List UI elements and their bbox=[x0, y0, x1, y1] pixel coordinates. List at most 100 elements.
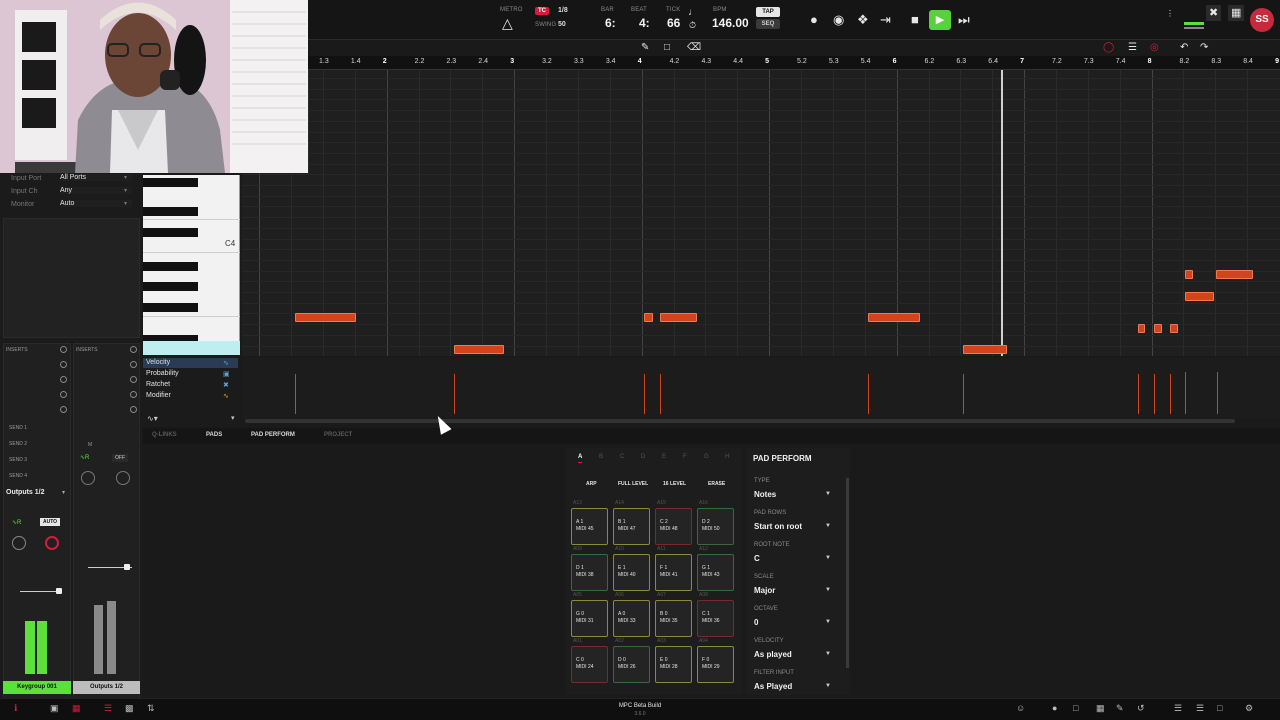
mixer-icon[interactable]: ⇅ bbox=[147, 703, 155, 714]
bar-value[interactable]: 6: bbox=[605, 16, 616, 30]
sample-icon[interactable]: □ bbox=[1073, 703, 1078, 713]
pad[interactable]: F 1 MIDI 41 bbox=[655, 554, 692, 591]
pad-bank-g[interactable]: G bbox=[704, 454, 709, 460]
pad[interactable]: F 0 MIDI 29 bbox=[697, 646, 734, 683]
panel-scrollbar[interactable] bbox=[846, 478, 849, 668]
tc-toggle[interactable]: TC bbox=[535, 7, 549, 15]
power-icon[interactable] bbox=[130, 391, 137, 398]
chevron-down-icon[interactable]: ▾ bbox=[62, 489, 65, 496]
pad-bank-e[interactable]: E bbox=[662, 454, 666, 460]
playhead[interactable] bbox=[1001, 70, 1003, 356]
velocity-bar[interactable] bbox=[1217, 372, 1218, 414]
play-start-icon[interactable]: ⏭ bbox=[958, 12, 970, 28]
velocity-bar[interactable] bbox=[660, 374, 661, 414]
settings-icon[interactable]: ⚙ bbox=[1245, 703, 1253, 714]
loop-icon[interactable]: ⇥ bbox=[880, 12, 891, 28]
chevron-down-icon[interactable]: ▼ bbox=[825, 619, 831, 625]
pad-bank-f[interactable]: F bbox=[683, 454, 687, 460]
tab-qlinks[interactable]: Q-LINKS bbox=[152, 432, 177, 438]
pad-bank-b[interactable]: B bbox=[599, 454, 603, 460]
velocity-bar[interactable] bbox=[1185, 372, 1186, 414]
power-icon[interactable] bbox=[60, 391, 67, 398]
midi-note[interactable] bbox=[868, 313, 920, 322]
select-icon[interactable]: □ bbox=[664, 40, 670, 56]
erase-button[interactable]: ERASE bbox=[708, 481, 725, 487]
info-icon[interactable]: ℹ bbox=[14, 703, 17, 714]
midi-note[interactable] bbox=[454, 345, 504, 354]
metronome-icon[interactable]: △ bbox=[502, 15, 513, 31]
power-icon[interactable] bbox=[130, 376, 137, 383]
sequence-icon[interactable]: ☰ bbox=[1196, 703, 1204, 714]
pad[interactable]: A 0 MIDI 33 bbox=[613, 600, 650, 637]
velocity-bar[interactable] bbox=[868, 374, 869, 414]
off-button[interactable]: OFF bbox=[112, 454, 128, 462]
play-button[interactable]: ▶ bbox=[929, 10, 951, 30]
power-icon[interactable] bbox=[130, 346, 137, 353]
stop-icon[interactable]: ■ bbox=[911, 12, 919, 28]
chevron-down-icon[interactable]: ▼ bbox=[825, 555, 831, 561]
pad[interactable]: D 2 MIDI 50 bbox=[697, 508, 734, 545]
swing-value[interactable]: 50 bbox=[558, 21, 566, 28]
pan-knob[interactable] bbox=[81, 471, 95, 485]
pencil-icon[interactable]: ✎ bbox=[641, 40, 649, 56]
levels-icon[interactable]: ⋮ bbox=[1166, 6, 1174, 22]
chevron-down-icon[interactable]: ▾ bbox=[124, 200, 127, 207]
pad-rows-select[interactable]: Start on root bbox=[754, 522, 832, 531]
eraser-icon[interactable]: ⌫ bbox=[687, 40, 701, 56]
16-level-button[interactable]: 16 LEVEL bbox=[663, 481, 686, 487]
list-icon[interactable]: ☰ bbox=[1128, 40, 1137, 56]
grid-view-icon[interactable]: ▦ bbox=[72, 703, 81, 714]
tc-value[interactable]: 1/8 bbox=[558, 7, 568, 14]
input-ch-select[interactable]: Any bbox=[60, 187, 132, 194]
midi-note[interactable] bbox=[1185, 270, 1193, 279]
mute-label[interactable]: M bbox=[88, 442, 92, 448]
pan-knob[interactable] bbox=[12, 536, 26, 550]
velocity-bar[interactable] bbox=[1170, 374, 1171, 414]
chevron-down-icon[interactable]: ▾ bbox=[124, 174, 127, 181]
record-icon[interactable]: ● bbox=[810, 12, 818, 28]
read-automation-icon[interactable]: ∿R bbox=[12, 519, 21, 526]
chevron-down-icon[interactable]: ▾ bbox=[124, 187, 127, 194]
filter-input-select[interactable]: As Played bbox=[754, 682, 832, 691]
output-name-label[interactable]: Outputs 1/2 bbox=[73, 681, 140, 694]
list-view-icon[interactable]: ☰ bbox=[104, 703, 112, 714]
pad-bank-c[interactable]: C bbox=[620, 454, 624, 460]
pan-knob[interactable] bbox=[116, 471, 130, 485]
tap-button[interactable]: TAP bbox=[756, 7, 780, 17]
midi-note[interactable] bbox=[1170, 324, 1178, 333]
lock-icon[interactable]: ◯ bbox=[1103, 40, 1114, 56]
pad[interactable]: G 1 MIDI 43 bbox=[697, 554, 734, 591]
chevron-down-icon[interactable]: ▼ bbox=[825, 491, 831, 497]
lane-velocity[interactable]: Velocity bbox=[146, 359, 170, 366]
type-select[interactable]: Notes bbox=[754, 490, 832, 499]
scale-select[interactable]: Major bbox=[754, 586, 832, 595]
table-view-icon[interactable]: ▩ bbox=[125, 703, 134, 714]
main-view-icon[interactable]: ▣ bbox=[50, 703, 59, 714]
pad[interactable]: B 1 MIDI 47 bbox=[613, 508, 650, 545]
monitor-select[interactable]: Auto bbox=[60, 200, 132, 207]
pad-bank-a[interactable]: A bbox=[578, 454, 583, 463]
automation-icon[interactable]: ❖ bbox=[857, 12, 869, 28]
redo-icon[interactable]: ↷ bbox=[1200, 40, 1208, 56]
lane-modifier[interactable]: Modifier bbox=[146, 392, 171, 399]
power-icon[interactable] bbox=[130, 406, 137, 413]
volume-slider-handle[interactable] bbox=[56, 588, 62, 594]
auto-button[interactable]: AUTO bbox=[40, 518, 61, 526]
velocity-bar[interactable] bbox=[644, 374, 645, 414]
avatar[interactable]: SS bbox=[1250, 8, 1274, 32]
pad[interactable]: E 1 MIDI 40 bbox=[613, 554, 650, 591]
pad[interactable]: D 1 MIDI 38 bbox=[571, 554, 608, 591]
pad[interactable]: B 0 MIDI 35 bbox=[655, 600, 692, 637]
power-icon[interactable] bbox=[130, 361, 137, 368]
pad-bank-d[interactable]: D bbox=[641, 454, 645, 460]
black-key[interactable] bbox=[143, 228, 198, 237]
velocity-bar[interactable] bbox=[963, 374, 964, 414]
lane-ratchet[interactable]: Ratchet bbox=[146, 381, 170, 388]
black-key[interactable] bbox=[143, 178, 198, 187]
target-icon[interactable]: ◎ bbox=[1150, 40, 1159, 56]
power-icon[interactable] bbox=[60, 361, 67, 368]
timeline-ruler[interactable]: 1.3 1.4 2 2.2 2.3 2.4 3 3.2 3.3 3.4 4 4.2 4.3 4.4 5 5.2… bbox=[308, 56, 1280, 70]
lane-tool-icon[interactable]: ∿▾ bbox=[147, 414, 158, 423]
ratchet-lane-icon[interactable]: ✖ bbox=[223, 381, 229, 389]
velocity-bar[interactable] bbox=[1138, 374, 1139, 414]
